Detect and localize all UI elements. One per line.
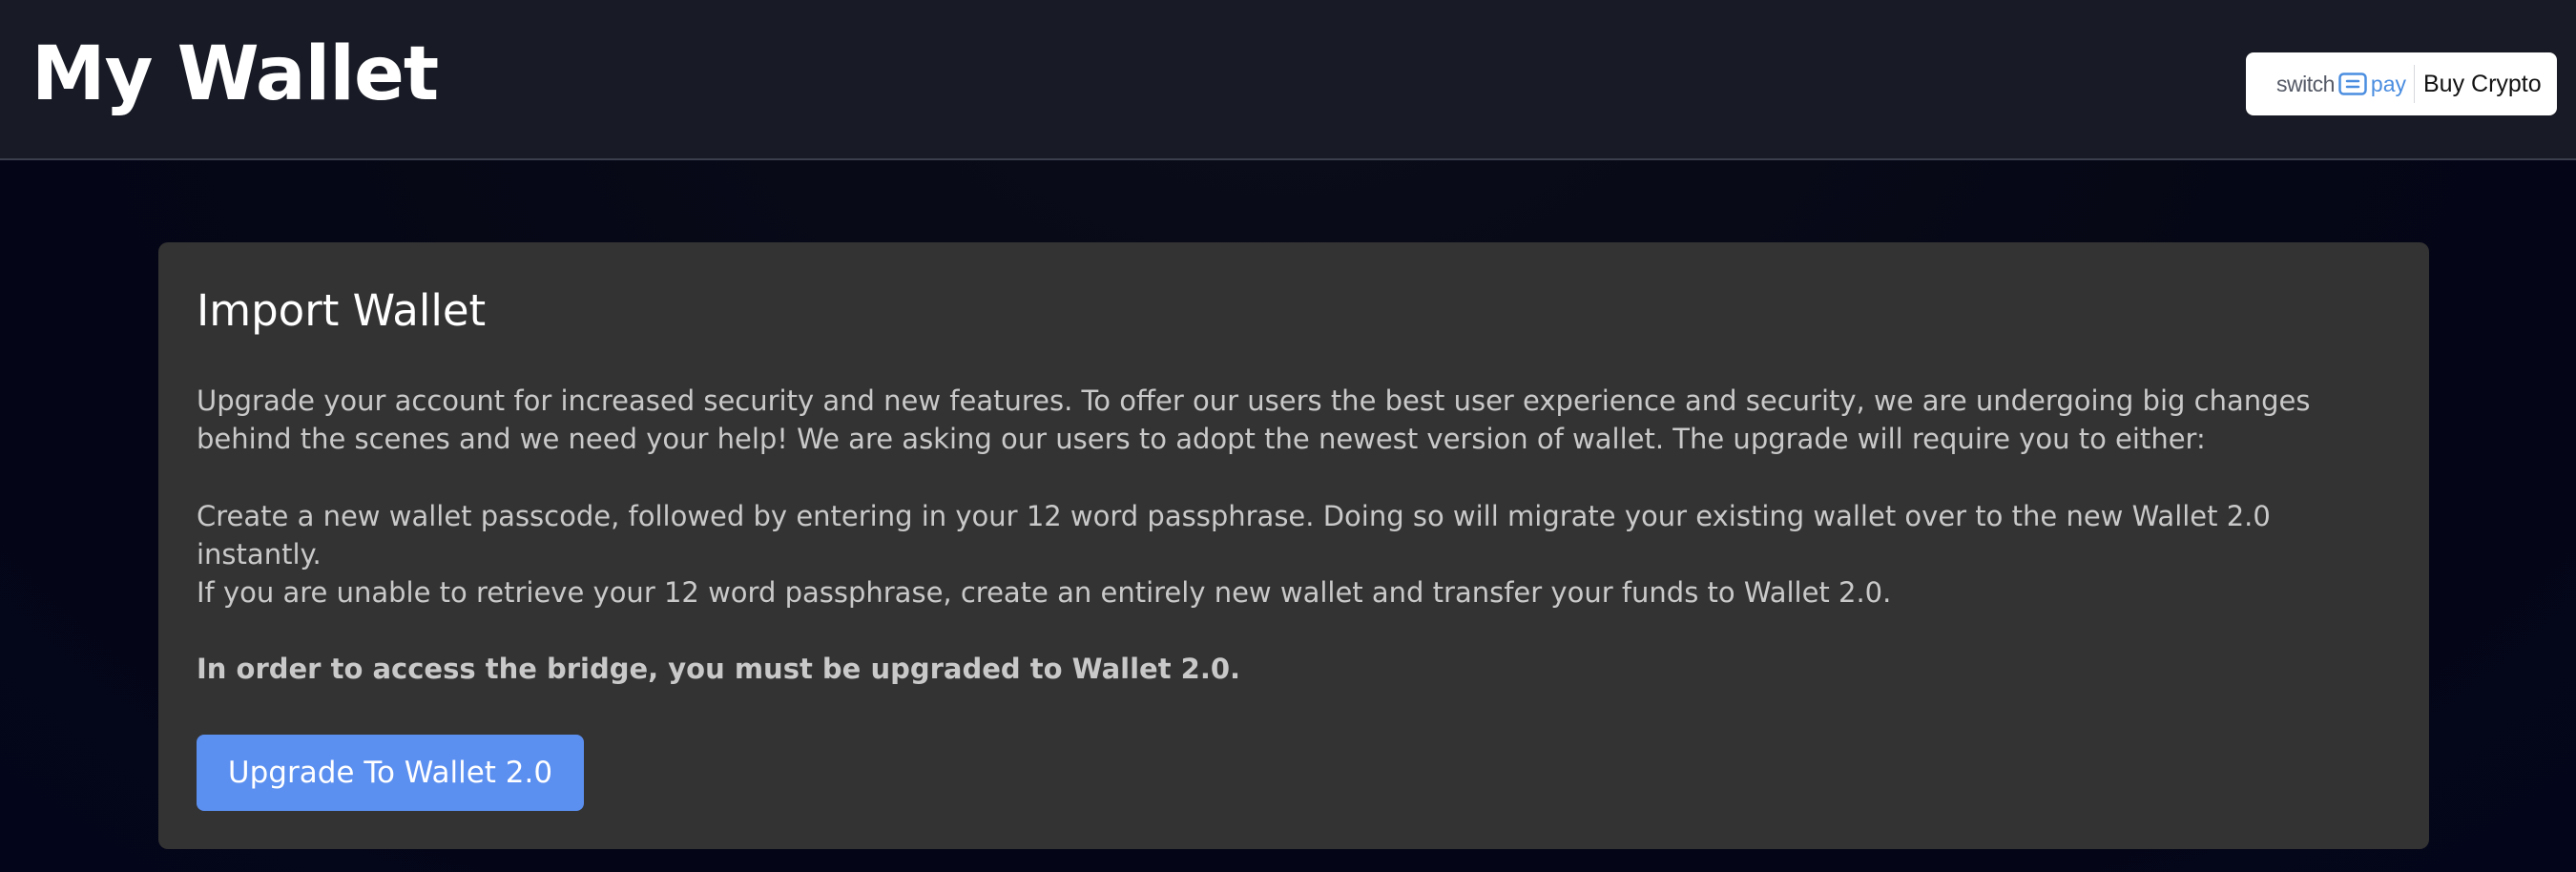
page-title: My Wallet	[31, 31, 439, 117]
switchpay-brand: switch pay	[2276, 52, 2406, 115]
buy-crypto-label: Buy Crypto	[2423, 70, 2542, 97]
switchpay-logo-icon	[2338, 73, 2367, 95]
button-divider	[2414, 65, 2415, 103]
card-title: Import Wallet	[197, 285, 487, 336]
new-wallet-option-text: If you are unable to retrieve your 12 wo…	[197, 576, 1892, 609]
import-wallet-card: Import Wallet Upgrade your account for i…	[158, 242, 2429, 849]
brand-pay-text: pay	[2370, 71, 2406, 96]
upgrade-wallet-button[interactable]: Upgrade To Wallet 2.0	[197, 735, 584, 811]
buy-crypto-button[interactable]: switch pay Buy Crypto	[2246, 52, 2557, 115]
brand-switch-text: switch	[2276, 71, 2335, 96]
bridge-notice-text: In order to access the bridge, you must …	[197, 653, 1241, 685]
upgrade-intro-text: Upgrade your account for increased secur…	[197, 384, 2311, 455]
top-bar: My Wallet switch pay Buy Crypto	[0, 0, 2576, 160]
passcode-option-text: Create a new wallet passcode, followed b…	[197, 500, 2271, 571]
